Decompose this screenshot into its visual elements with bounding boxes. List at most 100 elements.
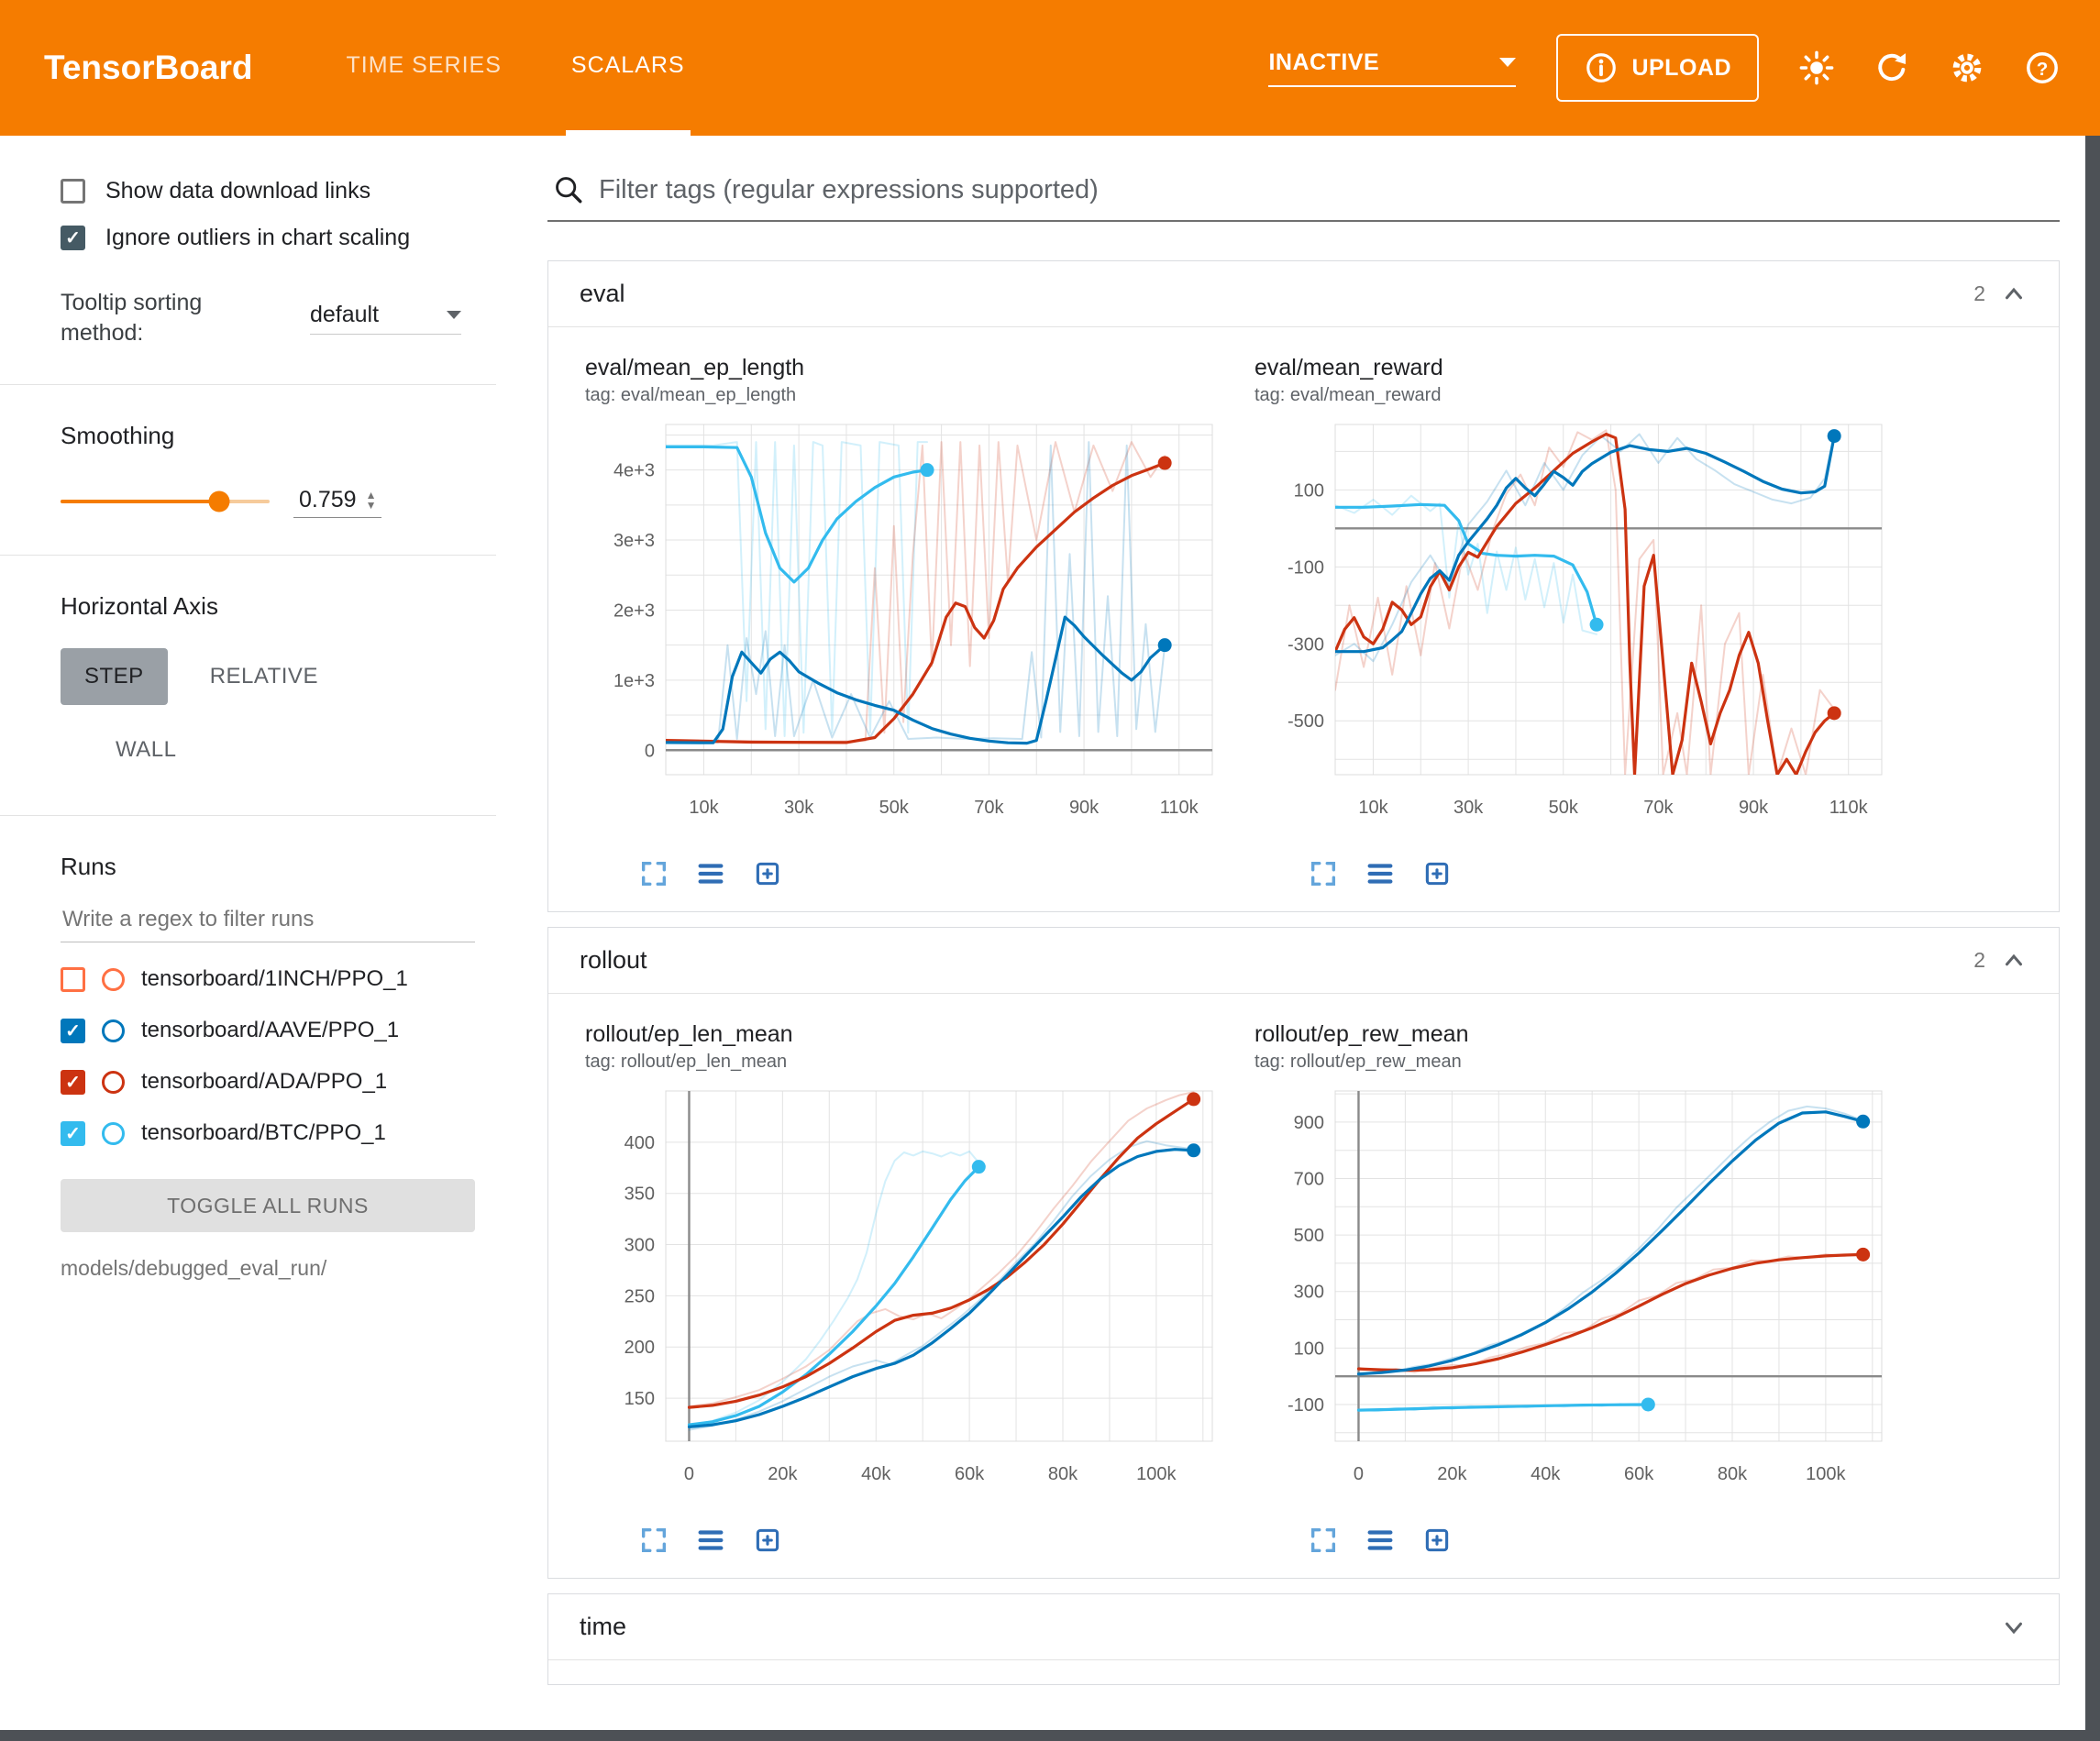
run-checkbox[interactable] <box>61 1121 85 1146</box>
upload-label: UPLOAD <box>1631 55 1731 82</box>
app-title: TensorBoard <box>44 49 253 87</box>
settings-gear-icon[interactable] <box>1950 50 1984 85</box>
runs-filter-input[interactable] <box>61 898 475 942</box>
data-table-icon[interactable] <box>695 1525 726 1556</box>
vertical-scrollbar[interactable] <box>2085 136 2100 1730</box>
svg-text:60k: 60k <box>1624 1464 1654 1484</box>
svg-text:70k: 70k <box>1643 798 1674 818</box>
chart-tag: tag: rollout/ep_rew_mean <box>1254 1052 1902 1073</box>
svg-text:-100: -100 <box>1288 1395 1324 1416</box>
run-label: tensorboard/AAVE/PPO_1 <box>141 1018 399 1043</box>
expand-icon[interactable] <box>1308 858 1339 889</box>
svg-text:40k: 40k <box>1531 1464 1561 1484</box>
run-checkbox[interactable] <box>61 1019 85 1043</box>
fit-domain-icon[interactable] <box>1421 858 1453 889</box>
checkbox-label: Ignore outliers in chart scaling <box>105 225 410 251</box>
upload-button[interactable]: UPLOAD <box>1556 34 1759 102</box>
checkbox-box[interactable] <box>61 226 85 250</box>
scalars-dashboard: eval 2 eval/mean_ep_lengthtag: eval/mean… <box>518 136 2100 1730</box>
expand-icon[interactable] <box>638 858 669 889</box>
data-table-icon[interactable] <box>1365 858 1396 889</box>
axis-wall-button[interactable]: WALL <box>92 722 200 778</box>
section-rollout-body: rollout/ep_len_meantag: rollout/ep_len_m… <box>548 994 2059 1578</box>
chevron-up-icon[interactable] <box>2000 947 2028 975</box>
svg-text:80k: 80k <box>1718 1464 1748 1484</box>
chart-eval-mean-reward[interactable]: eval/mean_rewardtag: eval/mean_reward10k… <box>1254 355 1902 889</box>
data-table-icon[interactable] <box>695 858 726 889</box>
section-time: time <box>547 1593 2060 1685</box>
run-color-radio[interactable] <box>102 1071 125 1094</box>
fit-domain-icon[interactable] <box>752 858 783 889</box>
run-checkbox[interactable] <box>61 967 85 992</box>
chart-tag: tag: eval/mean_ep_length <box>585 385 1232 406</box>
svg-text:3e+3: 3e+3 <box>613 531 655 551</box>
svg-text:100k: 100k <box>1806 1464 1846 1484</box>
main-tabs: TIME SERIES SCALARS <box>341 0 691 136</box>
chart-eval-mean-ep-length[interactable]: eval/mean_ep_lengthtag: eval/mean_ep_len… <box>585 355 1232 889</box>
tab-time-series[interactable]: TIME SERIES <box>341 0 507 136</box>
section-rollout-header[interactable]: rollout 2 <box>548 928 2059 994</box>
svg-text:50k: 50k <box>1549 798 1579 818</box>
help-icon[interactable]: ? <box>2025 50 2060 85</box>
svg-text:50k: 50k <box>879 798 910 818</box>
chart-plot[interactable]: 10k30k50k70k90k110k-500-300-100100 <box>1254 415 1896 846</box>
run-row-btc[interactable]: tensorboard/BTC/PPO_1 <box>61 1120 496 1146</box>
connection-status-dropdown[interactable]: INACTIVE <box>1268 50 1516 87</box>
horizontal-axis-buttons: STEP RELATIVE <box>61 648 496 705</box>
svg-text:250: 250 <box>624 1286 655 1306</box>
smoothing-value: 0.759 <box>299 487 357 513</box>
run-color-radio[interactable] <box>102 1122 125 1145</box>
svg-text:10k: 10k <box>1358 798 1388 818</box>
filter-tags-input[interactable] <box>599 175 2056 205</box>
run-checkbox[interactable] <box>61 1070 85 1095</box>
smoothing-value-input[interactable]: 0.759 ▲▼ <box>293 485 381 518</box>
run-row-ada[interactable]: tensorboard/ADA/PPO_1 <box>61 1069 496 1095</box>
header-actions: INACTIVE UPLOAD <box>1268 34 2060 102</box>
run-color-radio[interactable] <box>102 968 125 991</box>
toggle-all-runs-button[interactable]: TOGGLE ALL RUNS <box>61 1179 475 1232</box>
tab-scalars[interactable]: SCALARS <box>566 0 691 136</box>
run-color-radio[interactable] <box>102 1019 125 1042</box>
fit-domain-icon[interactable] <box>752 1525 783 1556</box>
svg-text:30k: 30k <box>1453 798 1484 818</box>
svg-text:150: 150 <box>624 1389 655 1409</box>
section-time-header[interactable]: time <box>548 1594 2059 1660</box>
svg-text:80k: 80k <box>1048 1464 1078 1484</box>
chart-plot[interactable]: 020k40k60k80k100k-100100300500700900 <box>1254 1082 1896 1513</box>
expand-icon[interactable] <box>1308 1525 1339 1556</box>
brightness-icon[interactable] <box>1799 50 1834 85</box>
fit-domain-icon[interactable] <box>1421 1525 1453 1556</box>
svg-text:0: 0 <box>684 1464 694 1484</box>
axis-relative-button[interactable]: RELATIVE <box>186 648 342 705</box>
chart-rollout-ep-len-mean[interactable]: rollout/ep_len_meantag: rollout/ep_len_m… <box>585 1021 1232 1556</box>
chart-action-bar <box>585 858 1232 889</box>
axis-step-button[interactable]: STEP <box>61 648 168 705</box>
chart-plot[interactable]: 020k40k60k80k100k150200250300350400 <box>585 1082 1227 1513</box>
chevron-up-icon[interactable] <box>2000 281 2028 308</box>
svg-text:110k: 110k <box>1160 798 1199 818</box>
chevron-down-icon[interactable] <box>2000 1614 2028 1641</box>
slider-thumb[interactable] <box>209 491 230 512</box>
show-download-links-checkbox[interactable]: Show data download links <box>61 178 496 204</box>
svg-text:90k: 90k <box>1069 798 1100 818</box>
chart-rollout-ep-rew-mean[interactable]: rollout/ep_rew_meantag: rollout/ep_rew_m… <box>1254 1021 1902 1556</box>
horizontal-scrollbar[interactable] <box>0 1730 2100 1741</box>
smoothing-slider[interactable] <box>61 500 270 503</box>
checkbox-box[interactable] <box>61 179 85 204</box>
chart-plot[interactable]: 10k30k50k70k90k110k01e+32e+33e+34e+3 <box>585 415 1227 846</box>
ignore-outliers-checkbox[interactable]: Ignore outliers in chart scaling <box>61 225 496 251</box>
data-table-icon[interactable] <box>1365 1525 1396 1556</box>
divider <box>0 555 496 556</box>
tooltip-sorting-select[interactable]: default <box>310 302 461 335</box>
svg-text:500: 500 <box>1294 1226 1324 1246</box>
run-row-1inch[interactable]: tensorboard/1INCH/PPO_1 <box>61 966 496 992</box>
expand-icon[interactable] <box>638 1525 669 1556</box>
svg-text:110k: 110k <box>1829 798 1869 818</box>
run-label: tensorboard/1INCH/PPO_1 <box>141 966 408 992</box>
section-eval-header[interactable]: eval 2 <box>548 261 2059 327</box>
stepper-icon[interactable]: ▲▼ <box>366 490 377 511</box>
run-row-aave[interactable]: tensorboard/AAVE/PPO_1 <box>61 1018 496 1043</box>
tooltip-sorting-value: default <box>310 302 379 328</box>
refresh-icon[interactable] <box>1874 50 1909 85</box>
chart-title: rollout/ep_len_mean <box>585 1021 1232 1048</box>
